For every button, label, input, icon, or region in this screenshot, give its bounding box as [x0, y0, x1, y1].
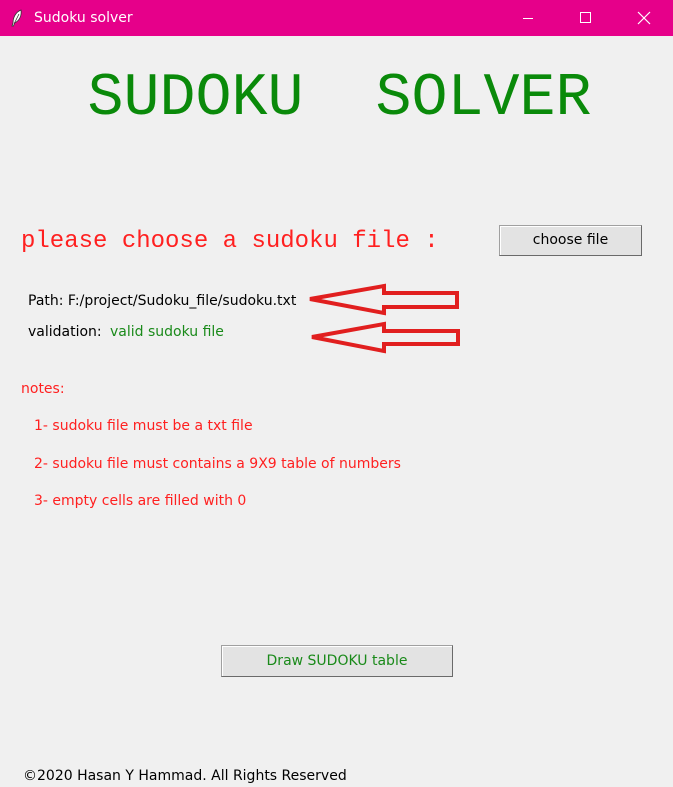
minimize-button[interactable]: [499, 0, 557, 36]
close-icon: [637, 11, 651, 25]
notes-heading: notes:: [21, 381, 65, 397]
close-button[interactable]: [615, 0, 673, 36]
arrow-annotation-validation: [311, 321, 460, 354]
maximize-button[interactable]: [557, 0, 615, 36]
title-bar: Sudoku solver: [0, 0, 673, 36]
window-title: Sudoku solver: [34, 10, 133, 26]
file-path-label: Path: F:/project/Sudoku_file/sudoku.txt: [28, 293, 297, 309]
note-item: 2- sudoku file must contains a 9X9 table…: [34, 456, 401, 472]
minimize-icon: [523, 18, 533, 19]
choose-file-prompt: please choose a sudoku file :: [21, 228, 439, 255]
feather-icon: [11, 9, 22, 27]
note-item: 1- sudoku file must be a txt file: [34, 418, 253, 434]
app-heading: SUDOKU SOLVER: [87, 65, 592, 133]
choose-file-button[interactable]: choose file: [499, 225, 642, 256]
maximize-icon: [580, 12, 591, 23]
validation-status: valid sudoku file: [110, 324, 224, 340]
copyright-footer: ©2020 Hasan Y Hammad. All Rights Reserve…: [23, 768, 347, 784]
draw-sudoku-table-button[interactable]: Draw SUDOKU table: [221, 645, 453, 677]
arrow-annotation-path: [309, 283, 459, 316]
note-item: 3- empty cells are filled with 0: [34, 493, 247, 509]
validation-label: validation:: [28, 324, 102, 340]
